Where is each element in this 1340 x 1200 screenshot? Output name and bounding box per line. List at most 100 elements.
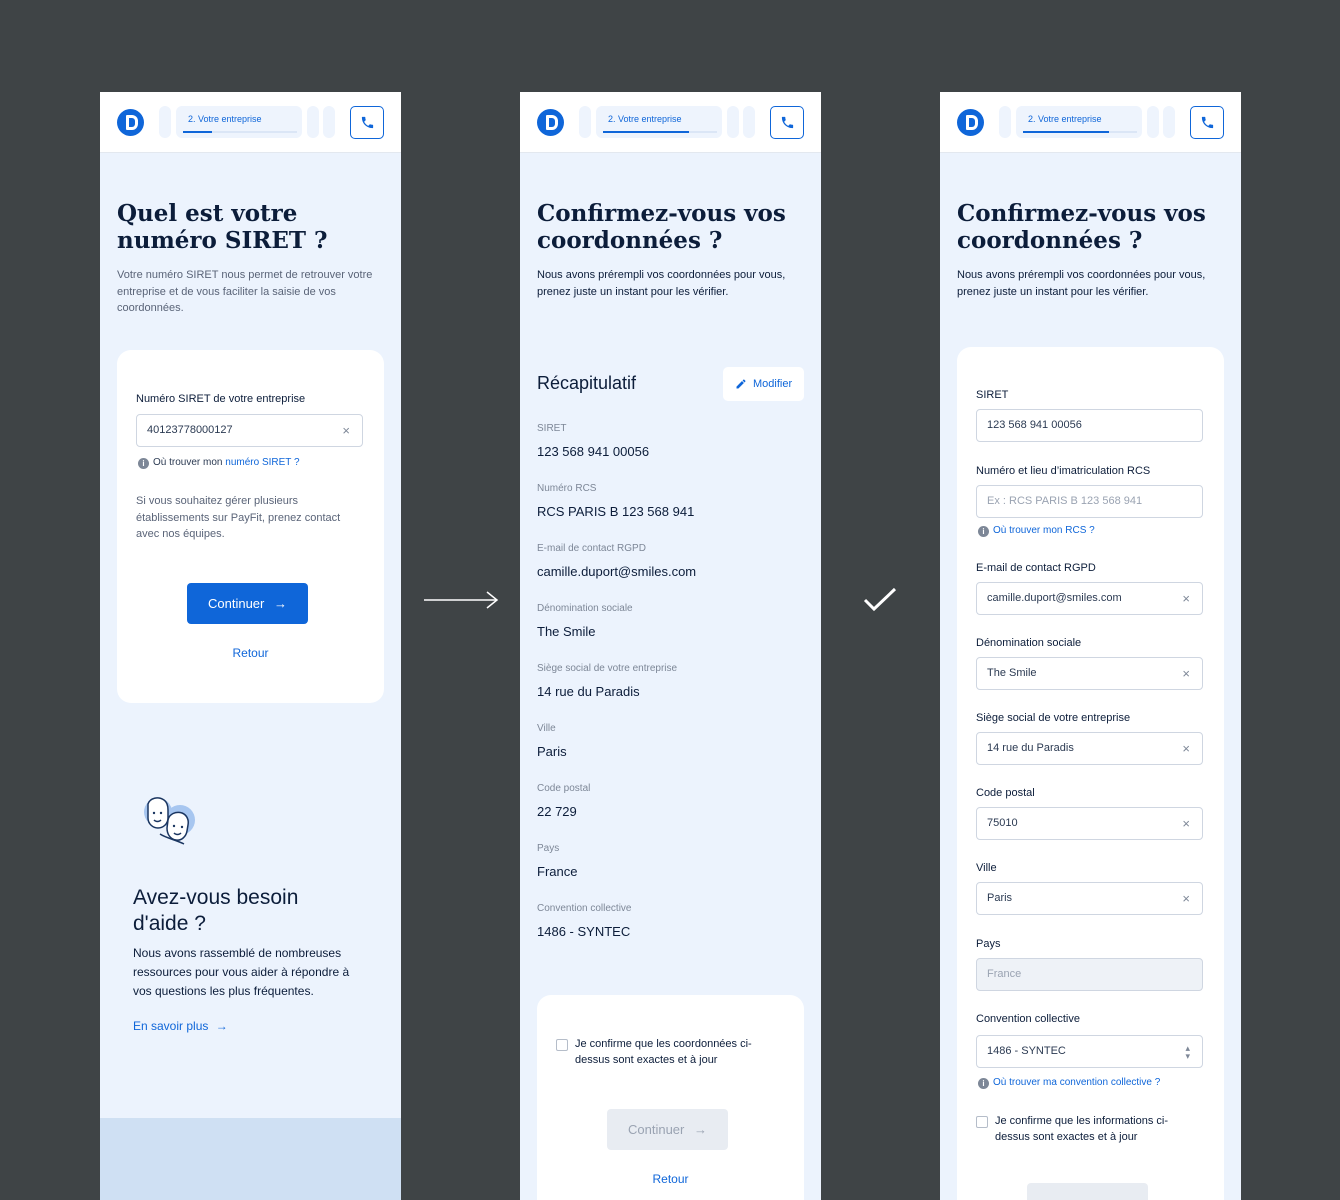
multi-establishment-text: Si vous souhaitez gérer plusieurs établi… xyxy=(136,495,341,540)
recap-label: Ville xyxy=(537,723,556,734)
info-icon: i xyxy=(138,458,149,469)
clear-icon[interactable]: × xyxy=(1182,742,1190,755)
back-link[interactable]: Retour xyxy=(190,646,311,660)
continue-label: Continuer xyxy=(628,1122,685,1137)
rcs-help: i Où trouver mon RCS ? xyxy=(978,525,1095,537)
continue-button[interactable] xyxy=(1027,1183,1148,1200)
clear-icon[interactable]: × xyxy=(1182,667,1190,680)
recap-label: Pays xyxy=(537,843,560,854)
recap-label: Siège social de votre entreprise xyxy=(537,663,678,674)
convention-help: i Où trouver ma convention collective ? xyxy=(978,1077,1160,1089)
top-bar: 2. Votre entreprise xyxy=(520,92,821,153)
modify-button[interactable]: Modifier xyxy=(723,367,804,401)
clear-icon[interactable]: × xyxy=(1182,592,1190,605)
edit-form-card: SIRET 123 568 941 00056 Numéro et lieu d… xyxy=(957,347,1224,1200)
step-progress-track xyxy=(603,131,717,133)
arrow-right-icon: → xyxy=(215,1019,228,1033)
step-pill xyxy=(743,106,755,138)
confirm-checkbox[interactable] xyxy=(976,1116,988,1128)
siret-input[interactable]: 123 568 941 00056 xyxy=(976,409,1203,442)
phone-button[interactable] xyxy=(1190,106,1224,139)
step-pill xyxy=(727,106,739,138)
siret-help-text: Où trouver mon xyxy=(153,457,226,468)
page-title: Quel est votre numéro SIRET ? xyxy=(117,200,328,254)
arrow-right-icon xyxy=(424,591,499,609)
learn-more-label: En savoir plus xyxy=(133,1019,209,1033)
phone-button[interactable] xyxy=(770,106,804,139)
help-title: Avez-vous besoin d'aide ? xyxy=(133,886,299,935)
siege-input[interactable]: 14 rue du Paradis × xyxy=(976,732,1203,765)
modify-label: Modifier xyxy=(753,378,793,390)
step-label: 2. Votre entreprise xyxy=(608,114,682,124)
recap-label: E-mail de contact RGPD xyxy=(537,543,646,554)
page-intro: Nous avons prérempli vos coordonnées pou… xyxy=(957,269,1206,298)
continue-button[interactable]: Continuer → xyxy=(187,583,308,624)
screen-recap: 2. Votre entreprise Confirmez-vous vos c… xyxy=(520,92,821,1200)
rcs-input[interactable]: Ex : RCS PARIS B 123 568 941 xyxy=(976,485,1203,518)
payfit-logo-icon[interactable] xyxy=(117,109,144,136)
recap-value: 22 729 xyxy=(537,804,577,819)
phone-icon xyxy=(1201,116,1214,129)
email-field-label: E-mail de contact RGPD xyxy=(976,562,1096,574)
ville-field-label: Ville xyxy=(976,862,997,874)
info-icon: i xyxy=(978,526,989,537)
convention-select-value: 1486 - SYNTEC xyxy=(987,1045,1066,1057)
recap-value: RCS PARIS B 123 568 941 xyxy=(537,504,695,519)
step-progress-fill xyxy=(1023,131,1109,133)
pays-field-label: Pays xyxy=(976,938,1001,950)
recap-value: Paris xyxy=(537,744,567,759)
postal-input[interactable]: 75010 × xyxy=(976,807,1203,840)
recap-value: The Smile xyxy=(537,624,596,639)
payfit-logo-icon[interactable] xyxy=(957,109,984,136)
siret-input[interactable]: 40123778000127 × xyxy=(136,414,363,447)
footer-band xyxy=(100,1118,401,1200)
recap-label: Code postal xyxy=(537,783,591,794)
convention-select[interactable]: 1486 - SYNTEC ▴ ▾ xyxy=(976,1035,1203,1068)
screen-edit: 2. Votre entreprise Confirmez-vous vos c… xyxy=(940,92,1241,1200)
select-chevrons-icon: ▴ ▾ xyxy=(1185,1043,1190,1061)
pays-input: France xyxy=(976,958,1203,991)
page-title: Confirmez-vous vos coordonnées ? xyxy=(537,200,786,254)
phone-icon xyxy=(781,116,794,129)
siret-field-label: SIRET xyxy=(976,389,1009,401)
step-indicator: 2. Votre entreprise xyxy=(176,106,302,138)
recap-label: SIRET xyxy=(537,423,567,434)
step-progress-fill xyxy=(183,131,212,133)
check-icon xyxy=(863,587,897,612)
siret-help-link[interactable]: numéro SIRET ? xyxy=(225,457,299,468)
step-pill xyxy=(1163,106,1175,138)
convention-help-link[interactable]: Où trouver ma convention collective ? xyxy=(993,1077,1160,1088)
rcs-help-link[interactable]: Où trouver mon RCS ? xyxy=(993,525,1095,536)
back-link[interactable]: Retour xyxy=(610,1172,731,1186)
clear-icon[interactable]: × xyxy=(1182,892,1190,905)
payfit-logo-icon[interactable] xyxy=(537,109,564,136)
recap-label: Numéro RCS xyxy=(537,483,597,494)
recap-label: Dénomination sociale xyxy=(537,603,633,614)
clear-icon[interactable]: × xyxy=(342,424,350,437)
denomination-input[interactable]: The Smile × xyxy=(976,657,1203,690)
page-intro: Votre numéro SIRET nous permet de retrou… xyxy=(117,269,373,314)
convention-field-label: Convention collective xyxy=(976,1013,1080,1025)
confirm-card: Je confirme que les coordonnées ci-dessu… xyxy=(537,995,804,1200)
learn-more-link[interactable]: En savoir plus → xyxy=(133,1019,228,1033)
continue-button[interactable]: Continuer → xyxy=(607,1109,728,1150)
confirm-checkbox[interactable] xyxy=(556,1039,568,1051)
step-progress-fill xyxy=(603,131,689,133)
phone-button[interactable] xyxy=(350,106,384,139)
rcs-input-placeholder: Ex : RCS PARIS B 123 568 941 xyxy=(987,495,1143,507)
screen-siret: 2. Votre entreprise Quel est votre numér… xyxy=(100,92,401,1200)
siret-card: Numéro SIRET de votre entreprise 4012377… xyxy=(117,350,384,703)
siret-input-value: 123 568 941 00056 xyxy=(987,419,1082,431)
ville-input[interactable]: Paris × xyxy=(976,882,1203,915)
page-intro: Nous avons prérempli vos coordonnées pou… xyxy=(537,269,786,298)
step-pill xyxy=(579,106,591,138)
step-pill xyxy=(999,106,1011,138)
top-bar: 2. Votre entreprise xyxy=(940,92,1241,153)
step-pill xyxy=(1147,106,1159,138)
recap-value: 123 568 941 00056 xyxy=(537,444,650,459)
email-input[interactable]: camille.duport@smiles.com × xyxy=(976,582,1203,615)
recap-title: Récapitulatif xyxy=(537,373,637,393)
siege-input-value: 14 rue du Paradis xyxy=(987,742,1074,754)
clear-icon[interactable]: × xyxy=(1182,817,1190,830)
page-title: Confirmez-vous vos coordonnées ? xyxy=(957,200,1206,254)
